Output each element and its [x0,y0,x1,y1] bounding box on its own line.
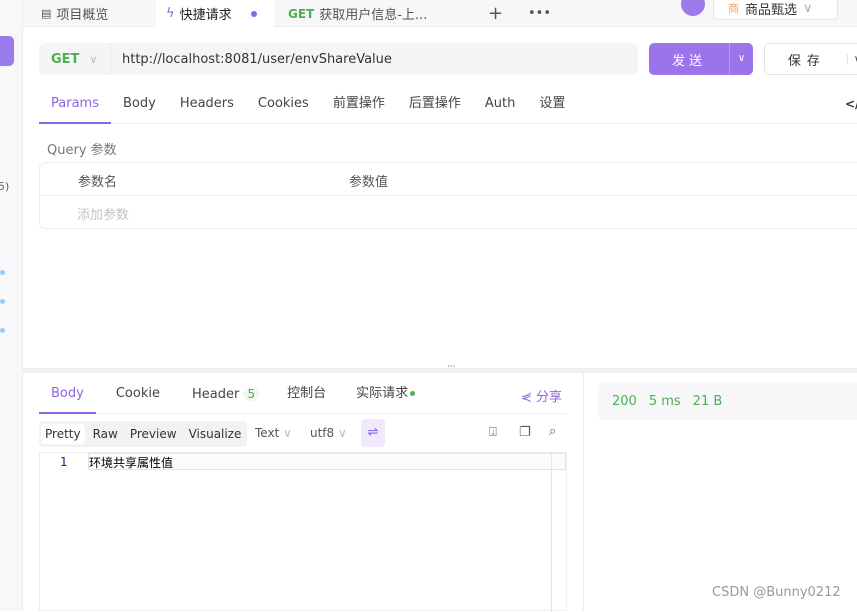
divider [583,373,584,611]
tab-pre-actions[interactable]: 前置操作 [321,88,397,124]
type-label: Text [255,426,280,440]
tab-headers[interactable]: Headers [168,88,246,124]
resize-handle[interactable]: ··· [23,362,857,373]
encoding-select[interactable]: utf8 ∨ [310,426,347,440]
chevron-down-icon: ∨ [846,53,857,65]
tab-overview[interactable]: ▤ 项目概览 [41,0,108,27]
tab-post-actions[interactable]: 后置操作 [397,88,473,124]
response-size: 21 B [692,393,723,409]
more-icon[interactable]: ••• [528,0,551,27]
format-preview[interactable]: Preview [124,427,183,441]
tab-bar: ▤ 项目概览 ϟ 快捷请求 GET 获取用户信息-上... + ••• 商商品甄选 ∨ [23,0,857,27]
chevron-down-icon: ∨ [283,426,292,440]
watermark: CSDN @Bunny0212 [712,585,841,600]
params-table: 参数名 参数值 添加参数 [39,162,857,229]
response-time: 5 ms [648,393,681,409]
status-code: 200 [612,393,637,409]
format-raw[interactable]: Raw [87,427,124,441]
save-label: 保存 [787,53,826,69]
copy-icon[interactable]: ❐ [519,425,531,440]
tab-cookies[interactable]: Cookies [246,88,321,124]
sync-icon[interactable] [681,0,705,16]
chevron-down-icon: ∨ [89,52,98,66]
download-icon[interactable]: ⍗ [489,425,497,440]
search-icon[interactable]: ⌕ [549,424,556,439]
tab-body[interactable]: Body [111,88,168,124]
left-sidebar: 5) [0,0,23,611]
header-count-badge: 5 [243,387,260,401]
share-button[interactable]: ⋞ 分享 [521,386,562,405]
code-icon[interactable]: </> [845,97,857,111]
dot-icon [0,299,5,304]
tab-quick-request[interactable]: ϟ 快捷请求 [156,0,274,27]
method-badge: GET [288,6,315,21]
layout-icon: ▤ [41,7,52,20]
add-button[interactable] [0,36,14,66]
method-select[interactable]: GET ∨ [39,43,111,75]
tab-settings[interactable]: 设置 [527,88,577,124]
tab-response-body[interactable]: Body [39,378,96,414]
tab-label: 获取用户信息-上... [319,8,428,23]
chevron-down-icon: ∨ [338,426,347,440]
tab-auth[interactable]: Auth [473,88,527,124]
query-params-title: Query 参数 [47,143,117,158]
format-selector: Pretty Raw Preview Visualize [39,421,248,447]
status-dot-icon [410,391,416,396]
url-input[interactable] [111,51,611,67]
project-badge: 商 [728,2,739,15]
tab-label: 实际请求 [356,386,409,401]
line-text: 环境共享属性值 [89,456,174,470]
response-status: 200 5 ms 21 B [598,382,857,420]
tab-label: 项目概览 [56,8,109,23]
format-visualize[interactable]: Visualize [183,427,248,441]
tab-response-header[interactable]: Header 5 [180,378,271,414]
tab-get-user[interactable]: GET 获取用户信息-上... [288,0,427,27]
chevron-down-icon[interactable]: ∨ [729,43,753,75]
unsaved-dot-icon [250,10,257,17]
dot-icon [0,270,5,275]
chevron-down-icon: ∨ [803,0,813,16]
column-value-header: 参数值 [349,175,389,190]
share-label: 分享 [536,390,563,405]
request-tabs: Params Body Headers Cookies 前置操作 后置操作 Au… [39,88,577,124]
share-icon: ⋞ [521,390,532,405]
tab-label: 快捷请求 [179,8,232,23]
response-tabs: Body Cookie Header 5 控制台 实际请求 [39,378,567,414]
lightning-icon: ϟ [166,6,175,21]
scrollbar-track[interactable] [551,453,552,612]
response-editor[interactable]: 1 环境共享属性值 [39,452,567,612]
tab-console[interactable]: 控制台 [271,378,342,414]
add-param-input[interactable]: 添加参数 [77,204,129,223]
tab-label: Header [191,387,240,402]
dot-icon [0,328,5,333]
line-number: 1 [60,455,68,469]
send-label: 发送 [671,53,706,69]
column-name-header: 参数名 [78,175,118,190]
encoding-label: utf8 [310,426,335,440]
format-pretty[interactable]: Pretty [41,424,85,444]
method-label: GET [51,51,80,67]
tab-actual-request[interactable]: 实际请求 [342,378,429,414]
send-button[interactable]: 发送 ∨ [649,43,753,75]
wrap-icon[interactable]: ⇌ [361,419,385,447]
project-selector[interactable]: 商商品甄选 ∨ [713,0,838,20]
tab-response-cookie[interactable]: Cookie [96,378,180,414]
new-tab-button[interactable]: + [488,0,503,27]
url-bar: GET ∨ [39,43,638,75]
type-select[interactable]: Text ∨ [255,426,292,440]
save-button[interactable]: 保存 ∨ [764,43,857,75]
sidebar-fragment: 5) [0,180,10,193]
project-name: 商品甄选 [745,2,798,18]
tab-params[interactable]: Params [39,88,111,124]
